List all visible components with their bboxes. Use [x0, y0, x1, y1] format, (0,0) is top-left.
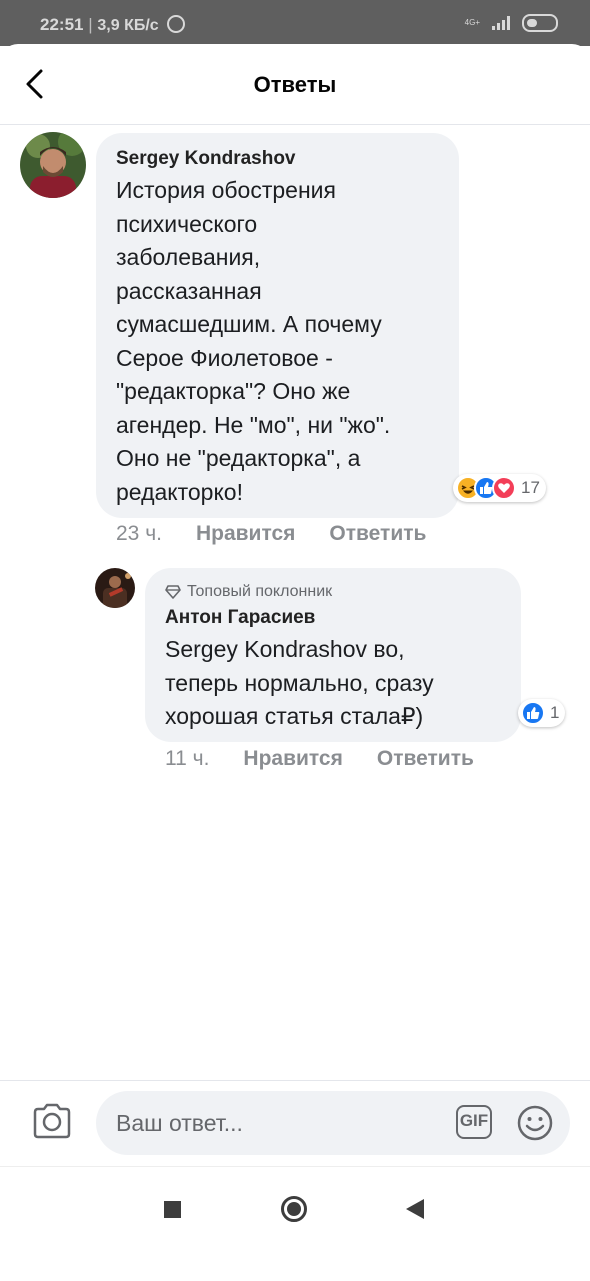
- comment-text: История обострения психического заболева…: [116, 174, 451, 509]
- reply-line: хорошая статья стала₽): [165, 703, 424, 729]
- avatar[interactable]: [95, 568, 135, 608]
- like-button[interactable]: Нравится: [243, 747, 342, 771]
- camera-icon: [33, 1103, 71, 1139]
- reaction-summary[interactable]: 1: [518, 699, 566, 727]
- like-button[interactable]: Нравится: [196, 522, 295, 546]
- emoji-button[interactable]: [516, 1104, 554, 1147]
- smile-icon: [517, 1105, 553, 1141]
- comment-line: редакторко!: [116, 478, 243, 505]
- comment-line: агендер. Не "мо", ни "жо".: [116, 411, 391, 438]
- comment-time[interactable]: 23 ч.: [116, 522, 162, 546]
- status-time-row: 22:51 | 3,9 КБ/с: [40, 15, 186, 35]
- reply-line: теперь нормально, сразу: [165, 669, 434, 696]
- status-indicators: 4G+: [465, 14, 558, 32]
- reply-author[interactable]: Антон Гарасиев: [165, 607, 315, 629]
- reply-button[interactable]: Ответить: [377, 747, 474, 771]
- home-icon[interactable]: [281, 1196, 307, 1222]
- top-fan-badge: Топовый поклонник: [165, 583, 332, 601]
- reply-input-placeholder: Ваш ответ...: [116, 1110, 243, 1136]
- diamond-icon: [165, 585, 181, 599]
- network-type: 4G+: [464, 18, 480, 27]
- avatar[interactable]: [20, 132, 86, 198]
- like-icon: [521, 701, 545, 725]
- comment-bubble[interactable]: Sergey Kondrashov История обострения пси…: [96, 133, 459, 518]
- reply-button[interactable]: Ответить: [329, 522, 426, 546]
- avatar-photo: [20, 132, 86, 198]
- reply-composer: Ваш ответ... GIF: [0, 1080, 590, 1167]
- comment-author[interactable]: Sergey Kondrashov: [116, 148, 296, 170]
- reply-line: Sergey Kondrashov во,: [165, 636, 405, 662]
- comment-line: Оно не "редакторка", а: [116, 445, 361, 471]
- comment-line: История обострения: [116, 177, 336, 203]
- recents-icon[interactable]: [164, 1201, 181, 1218]
- reply-actions: 11 ч. Нравится Ответить: [165, 747, 474, 771]
- back-icon[interactable]: [406, 1199, 424, 1219]
- page-title: Ответы: [253, 72, 337, 97]
- camera-button[interactable]: [32, 1103, 72, 1144]
- comment-actions: 23 ч. Нравится Ответить: [116, 522, 426, 546]
- reply-input[interactable]: Ваш ответ... GIF: [96, 1091, 570, 1155]
- love-icon: [492, 476, 516, 500]
- network-speed: 3,9 КБ/с: [97, 17, 159, 34]
- reaction-summary[interactable]: 17: [453, 474, 546, 502]
- comment-line: заболевания,: [116, 244, 261, 270]
- reply-time[interactable]: 11 ч.: [165, 747, 209, 771]
- badge-label: Топовый поклонник: [187, 583, 333, 600]
- reply-bubble[interactable]: Топовый поклонник Антон Гарасиев Sergey …: [145, 568, 521, 742]
- gif-button[interactable]: GIF: [456, 1105, 492, 1139]
- comment-line: психического: [116, 210, 258, 237]
- status-time: 22:51: [40, 15, 84, 34]
- comment-line: рассказанная: [116, 277, 262, 304]
- reply-text: Sergey Kondrashov во, теперь нормально, …: [165, 633, 515, 734]
- alarm-icon: [167, 15, 186, 33]
- system-nav-bar: [0, 1166, 590, 1281]
- battery-icon: [522, 14, 558, 32]
- comment-line: Серое Фиолетовое -: [116, 344, 333, 371]
- header: Ответы: [0, 44, 590, 125]
- comment-line: "редакторка"? Оно же: [116, 378, 351, 404]
- reaction-count: 1: [550, 703, 560, 722]
- signal-icon: [492, 16, 510, 30]
- comment-line: сумасшедшим. А почему: [116, 311, 382, 337]
- avatar-photo: [95, 568, 135, 608]
- status-bar: 22:51 | 3,9 КБ/с 4G+: [0, 0, 590, 46]
- reaction-count: 17: [521, 478, 540, 497]
- status-separator: |: [88, 15, 93, 34]
